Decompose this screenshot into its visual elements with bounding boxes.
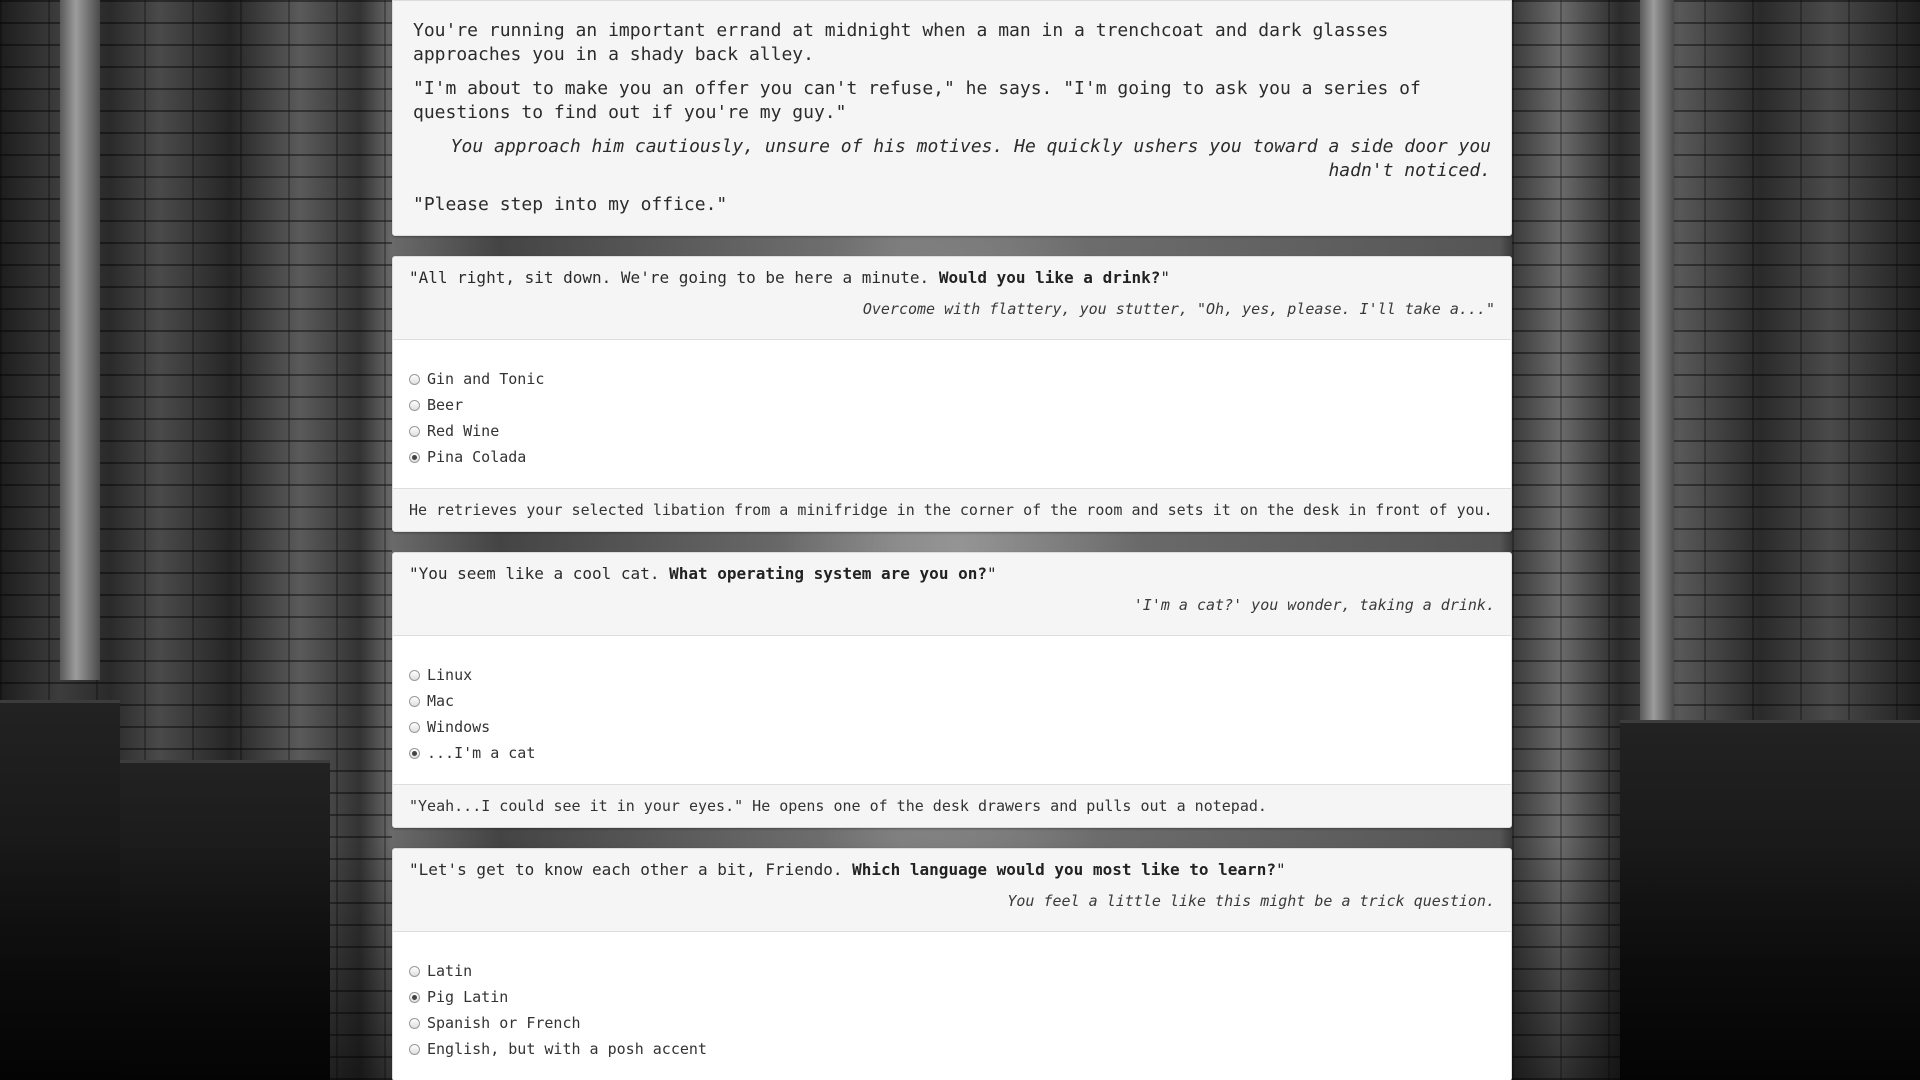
option-label: Pig Latin	[427, 988, 509, 1006]
prompt-text: "	[1160, 268, 1171, 287]
radio-button[interactable]	[409, 1017, 420, 1029]
radio-button[interactable]	[409, 669, 420, 681]
question-header: "Let's get to know each other a bit, Fri…	[393, 849, 1511, 932]
question-options: Linux Mac Windows ...I'm a cat	[393, 636, 1511, 784]
prompt-question: Which language would you most like to le…	[852, 860, 1276, 879]
question-reaction: Overcome with flattery, you stutter, "Oh…	[862, 300, 1495, 318]
radio-button[interactable]	[409, 399, 420, 411]
radio-button[interactable]	[409, 721, 420, 733]
question-header: "You seem like a cool cat. What operatin…	[393, 553, 1511, 636]
option-label: Latin	[427, 962, 473, 980]
option-english-posh-accent[interactable]: English, but with a posh accent	[409, 1036, 1495, 1062]
prompt-text: "	[986, 564, 997, 583]
radio-button[interactable]	[409, 373, 420, 385]
option-pig-latin[interactable]: Pig Latin	[409, 984, 1495, 1010]
intro-panel: You're running an important errand at mi…	[392, 0, 1512, 236]
option-label: Spanish or French	[427, 1014, 581, 1032]
option-linux[interactable]: Linux	[409, 662, 1495, 688]
question-options: Gin and Tonic Beer Red Wine Pina Colada	[393, 340, 1511, 488]
question-prompt: "Let's get to know each other a bit, Fri…	[409, 859, 1495, 881]
quiz-column: You're running an important errand at mi…	[392, 0, 1512, 1080]
alley-pole	[1640, 0, 1674, 760]
radio-button[interactable]	[409, 747, 420, 759]
option-latin[interactable]: Latin	[409, 958, 1495, 984]
option-mac[interactable]: Mac	[409, 688, 1495, 714]
intro-aside: You approach him cautiously, unsure of h…	[450, 136, 1491, 181]
option-im-a-cat[interactable]: ...I'm a cat	[409, 740, 1495, 766]
radio-button[interactable]	[409, 991, 420, 1003]
option-red-wine[interactable]: Red Wine	[409, 418, 1495, 444]
option-label: Mac	[427, 692, 455, 710]
option-gin-and-tonic[interactable]: Gin and Tonic	[409, 366, 1495, 392]
question-reaction: You feel a little like this might be a t…	[1007, 892, 1495, 910]
question-reaction: 'I'm a cat?' you wonder, taking a drink.	[1133, 596, 1495, 614]
question-prompt: "You seem like a cool cat. What operatin…	[409, 563, 1495, 585]
prompt-text: "All right, sit down. We're going to be …	[409, 268, 939, 287]
option-label: Pina Colada	[427, 448, 527, 466]
prompt-question: What operating system are you on?	[669, 564, 987, 583]
option-label: Gin and Tonic	[427, 370, 545, 388]
option-spanish-or-french[interactable]: Spanish or French	[409, 1010, 1495, 1036]
intro-paragraph: "Please step into my office."	[413, 194, 728, 215]
option-label: English, but with a posh accent	[427, 1040, 707, 1058]
radio-button[interactable]	[409, 451, 420, 463]
question-response: "Yeah...I could see it in your eyes." He…	[393, 784, 1511, 827]
radio-button[interactable]	[409, 695, 420, 707]
option-label: Beer	[427, 396, 464, 414]
radio-button[interactable]	[409, 425, 420, 437]
intro-paragraph: "I'm about to make you an offer you can'…	[413, 78, 1421, 123]
alley-pole	[60, 0, 100, 680]
radio-button[interactable]	[409, 965, 420, 977]
option-label: Linux	[427, 666, 473, 684]
prompt-text: "Let's get to know each other a bit, Fri…	[409, 860, 853, 879]
option-label: Red Wine	[427, 422, 500, 440]
question-response: He retrieves your selected libation from…	[393, 488, 1511, 531]
intro-paragraph: You're running an important errand at mi…	[413, 20, 1389, 65]
question-panel-drink: "All right, sit down. We're going to be …	[392, 256, 1512, 532]
option-pina-colada[interactable]: Pina Colada	[409, 444, 1495, 470]
prompt-text: "	[1275, 860, 1286, 879]
question-header: "All right, sit down. We're going to be …	[393, 257, 1511, 340]
option-label: ...I'm a cat	[427, 744, 536, 762]
option-windows[interactable]: Windows	[409, 714, 1495, 740]
prompt-text: "You seem like a cool cat.	[409, 564, 670, 583]
question-options: Latin Pig Latin Spanish or French Englis…	[393, 932, 1511, 1080]
question-panel-language: "Let's get to know each other a bit, Fri…	[392, 848, 1512, 1080]
radio-button[interactable]	[409, 1043, 420, 1055]
option-label: Windows	[427, 718, 491, 736]
option-beer[interactable]: Beer	[409, 392, 1495, 418]
question-panel-os: "You seem like a cool cat. What operatin…	[392, 552, 1512, 828]
prompt-question: Would you like a drink?	[938, 268, 1161, 287]
question-prompt: "All right, sit down. We're going to be …	[409, 267, 1495, 289]
